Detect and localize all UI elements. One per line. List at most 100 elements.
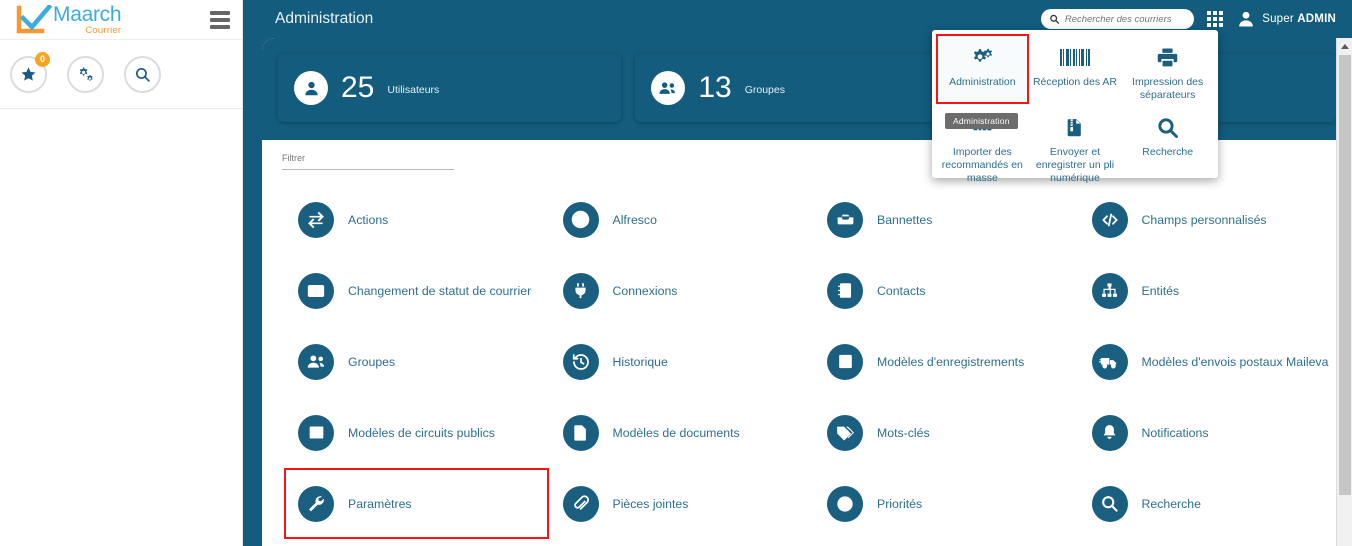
sidebar-empty-area — [0, 109, 242, 546]
admin-item-parametres[interactable]: Paramètres — [284, 468, 549, 539]
power-plug-icon — [562, 272, 599, 309]
admin-item-changement-statut[interactable]: Changement de statut de courrier — [284, 255, 549, 326]
dropdown-item-administration[interactable]: Administration — [936, 34, 1029, 104]
admin-item-pieces-jointes[interactable]: Pièces jointes — [549, 468, 814, 539]
admin-item-label: Modèles de circuits publics — [348, 425, 495, 440]
group-users-icon — [651, 71, 686, 105]
magnifier-icon — [1091, 485, 1128, 522]
dropdown-item-impression-separateurs[interactable]: Impression des séparateurs — [1121, 34, 1214, 104]
search-shortcut-button[interactable] — [124, 55, 161, 93]
address-book-icon — [827, 272, 863, 309]
admin-item-entites[interactable]: Entités — [1078, 255, 1343, 326]
admin-item-alfresco[interactable]: Alfresco — [549, 184, 814, 255]
admin-item-label: Recherche — [1141, 496, 1201, 511]
header-search[interactable] — [1041, 9, 1195, 29]
logo-brand-name: Maarch — [53, 2, 122, 26]
scrollbar-thumb[interactable] — [1339, 55, 1351, 495]
admin-item-notifications[interactable]: Notifications — [1078, 397, 1343, 468]
dropdown-item-recherche[interactable]: Recherche — [1121, 104, 1214, 187]
single-user-icon — [294, 71, 328, 105]
administration-tooltip: Administration — [945, 113, 1018, 129]
dropdown-item-label: Impression des séparateurs — [1132, 76, 1204, 101]
chevron-up-icon — [1341, 44, 1349, 49]
left-sidebar: Maarch Courrier 0 — [0, 0, 243, 546]
dropdown-item-label: Réception des AR — [1032, 76, 1118, 88]
sidebar-quick-actions: 0 — [0, 40, 242, 109]
logo-zone: Maarch Courrier — [0, 0, 242, 40]
logo-brand-subtitle: Courrier — [85, 24, 122, 36]
user-menu[interactable]: Super ADMIN — [1236, 9, 1336, 29]
inbox-tray-icon — [827, 201, 863, 238]
stat-label: Utilisateurs — [387, 84, 440, 96]
admin-shortcut-button[interactable] — [67, 55, 104, 93]
user-name: Super ADMIN — [1262, 13, 1336, 25]
admin-item-label: Modèles d'envois postaux Maileva — [1141, 354, 1329, 369]
stat-label: Groupes — [744, 84, 785, 96]
favorites-button[interactable]: 0 — [10, 51, 50, 93]
wrench-icon — [298, 485, 334, 522]
user-last-name: ADMIN — [1297, 13, 1336, 25]
admin-item-label: Mots-clés — [877, 425, 930, 440]
admin-item-label: Bannettes — [877, 212, 933, 227]
administration-modules-grid: Actions Alfresco Bannettes Champs person… — [262, 170, 1352, 539]
tags-icon — [827, 414, 863, 451]
maarch-logo[interactable]: Maarch Courrier — [16, 2, 122, 36]
admin-item-label: Entités — [1141, 283, 1180, 298]
admin-item-label: Groupes — [348, 354, 396, 369]
dropdown-item-reception-ar[interactable]: Réception des AR — [1029, 34, 1122, 104]
paperclip-icon — [562, 485, 599, 522]
zipped-document-icon — [1064, 114, 1085, 140]
alfresco-flower-icon — [562, 201, 599, 238]
bell-icon — [1091, 414, 1128, 451]
gears-icon — [970, 44, 994, 70]
hamburger-menu-icon[interactable] — [206, 7, 234, 33]
admin-item-bannettes[interactable]: Bannettes — [813, 184, 1078, 255]
star-icon — [21, 66, 36, 81]
admin-item-mots-cles[interactable]: Mots-clés — [813, 397, 1078, 468]
stat-card-users[interactable]: 25 Utilisateurs — [278, 54, 622, 122]
dropdown-item-envoyer-pli-numerique[interactable]: Envoyer et enregistrer un pli numérique — [1029, 104, 1122, 187]
magnifier-icon — [1156, 114, 1179, 140]
admin-item-modeles-enregistrements[interactable]: Modèles d'enregistrements — [813, 326, 1078, 397]
admin-item-priorites[interactable]: Priorités — [813, 468, 1078, 539]
stat-value: 13 — [698, 71, 732, 104]
exchange-arrows-icon — [298, 201, 334, 238]
scroll-up-button[interactable] — [1337, 38, 1352, 55]
vertical-scrollbar[interactable] — [1336, 38, 1352, 546]
code-brackets-icon — [1091, 201, 1128, 238]
barcode-icon — [1059, 44, 1091, 70]
dropdown-item-label: Importer des recommandés en masse — [941, 146, 1023, 184]
search-input[interactable] — [1064, 13, 1187, 25]
admin-item-connexions[interactable]: Connexions — [549, 255, 814, 326]
admin-item-label: Actions — [348, 212, 389, 227]
form-template-icon — [827, 343, 863, 380]
admin-item-contacts[interactable]: Contacts — [813, 255, 1078, 326]
table-grid-icon — [298, 414, 334, 451]
admin-item-label: Modèles d'enregistrements — [877, 354, 1025, 369]
admin-item-label: Notifications — [1141, 425, 1209, 440]
filter-input[interactable] — [282, 153, 454, 163]
admin-item-label: Historique — [612, 354, 668, 369]
admin-item-label: Champs personnalisés — [1141, 212, 1267, 227]
grid-apps-icon[interactable] — [1207, 11, 1224, 27]
admin-item-modeles-circuits-publics[interactable]: Modèles de circuits publics — [284, 397, 549, 468]
admin-item-label: Alfresco — [612, 212, 657, 227]
admin-item-label: Pièces jointes — [612, 496, 689, 511]
filter-field[interactable] — [282, 148, 454, 170]
delivery-truck-icon — [1091, 343, 1128, 380]
search-icon — [1050, 14, 1060, 24]
header-right-tools: Super ADMIN — [1041, 9, 1336, 29]
admin-item-modeles-documents[interactable]: Modèles de documents — [549, 397, 814, 468]
stat-card-groups[interactable]: 13 Groupes — [635, 54, 979, 122]
admin-item-recherche[interactable]: Recherche — [1078, 468, 1343, 539]
admin-item-modeles-envois-postaux[interactable]: Modèles d'envois postaux Maileva — [1078, 326, 1343, 397]
admin-item-groupes[interactable]: Groupes — [284, 326, 549, 397]
admin-item-historique[interactable]: Historique — [549, 326, 814, 397]
history-clock-icon — [562, 343, 599, 380]
apps-dropdown-panel: Administration Réception des AR Impressi… — [932, 30, 1218, 184]
magnifier-icon — [135, 67, 150, 82]
admin-item-champs-personnalises[interactable]: Champs personnalisés — [1078, 184, 1343, 255]
favorites-badge: 0 — [35, 51, 50, 67]
admin-item-label: Priorités — [877, 496, 923, 511]
admin-item-actions[interactable]: Actions — [284, 184, 549, 255]
